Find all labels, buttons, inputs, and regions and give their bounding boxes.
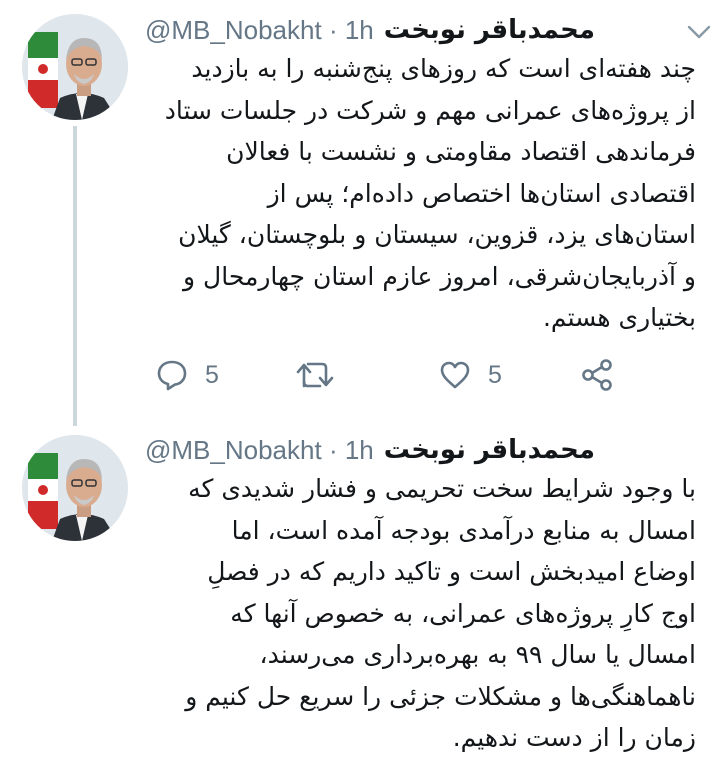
reply-button[interactable]: 5 [155,355,219,395]
tweet-text-line: از پروژه‌های عمرانی مهم و شرکت در جلسات … [164,95,696,125]
tweet-text-line: چند هفته‌ای است که روزهای پنج‌شنبه را به… [191,54,696,83]
like-count: 5 [488,360,502,389]
retweet-icon [296,362,334,388]
author-name[interactable]: محمدباقر نوبخت [384,435,595,465]
profile-photo [22,435,128,541]
tweet-text-line: با وجود شرایط سخت تحریمی و فشار شدیدی که [188,474,696,503]
share-icon [582,359,612,391]
tweet-text-line: امسال یا سال ۹۹ به بهره‌برداری می‌رسند، [259,640,696,669]
reply-icon [157,360,187,391]
tweet-text-line: و آذربایجان‌شرقی، امروز عازم استان چهارم… [183,261,696,291]
thread-line [73,126,77,426]
profile-photo [22,14,128,120]
like-icon [440,361,470,389]
reply-count: 5 [205,360,219,389]
retweet-button[interactable] [295,355,335,395]
tweet-text-line: اقتصادی استان‌ها اختصاص داده‌ام؛ پس از [267,178,696,208]
tweet-text-line: اوضاع امیدبخش است و تاکید داریم که در فص… [207,557,696,586]
share-button[interactable] [580,355,614,395]
tweet-text-line: اوج کارِ پروژه‌های عمرانی، به خصوص آنها … [230,598,696,628]
tweet-header: @MB_Nobakht · 1h محمدباقر نوبخت [145,12,696,48]
tweet-text: چند هفته‌ای است که روزهای پنج‌شنبه را به… [147,48,696,339]
tweet-text-line: استان‌های یزد، قزوین، سیستان و بلوچستان،… [178,220,696,249]
avatar[interactable] [22,14,128,120]
handle-and-time[interactable]: @MB_Nobakht · 1h [145,435,374,466]
handle-and-time[interactable]: @MB_Nobakht · 1h [145,15,374,46]
tweet-text-line: بختیاری هستم. [542,303,696,332]
tweet-text-line: زمان را از دست ندهیم. [452,723,696,752]
author-name[interactable]: محمدباقر نوبخت [384,15,595,45]
tweet[interactable]: @MB_Nobakht · 1h محمدباقر نوبخت با وجود … [0,420,720,765]
tweet-text-line: فرماندهی اقتصاد مقاومتی و نشست با فعالان [226,137,696,166]
tweet[interactable]: @MB_Nobakht · 1h محمدباقر نوبخت چند هفته… [0,0,720,426]
avatar[interactable] [22,435,128,541]
tweet-actions: 5 5 [155,355,615,395]
chevron-down-icon[interactable] [686,22,712,42]
like-button[interactable]: 5 [438,355,502,395]
tweet-text-line: ناهماهنگی‌ها و مشکلات جزئی را سریع حل کن… [185,681,696,711]
tweet-text-line: امسال به منابع درآمدی بودجه آمده است، ام… [231,515,696,545]
tweet-text: با وجود شرایط سخت تحریمی و فشار شدیدی که… [147,468,696,759]
tweet-header: @MB_Nobakht · 1h محمدباقر نوبخت [145,432,696,468]
